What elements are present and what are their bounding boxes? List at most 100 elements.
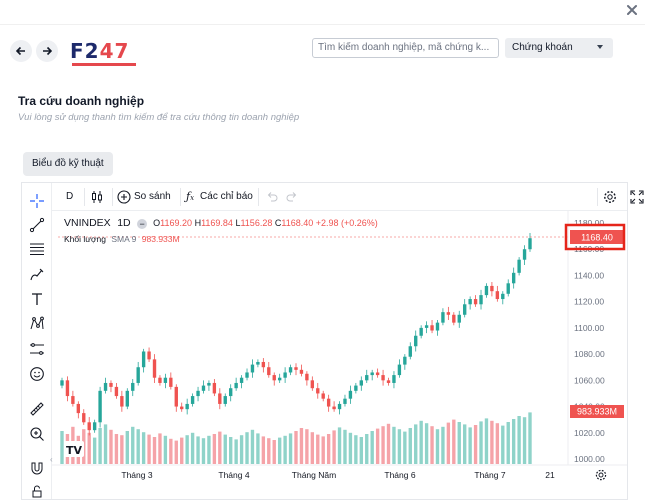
last-price-badge: 1168.40: [570, 230, 624, 244]
candle-body: [147, 351, 151, 360]
candle-body: [332, 406, 336, 410]
price-tick-label: 1180.00: [574, 218, 604, 228]
volume-bar: [326, 434, 331, 464]
candle-body: [131, 382, 135, 391]
volume-bar: [457, 422, 461, 464]
ohlc-legend: VNINDEX 1D − O1169.20 H1169.84 L1156.28 C…: [64, 217, 378, 229]
candle-body: [408, 346, 412, 357]
volume-bar: [424, 423, 429, 464]
volume-bar: [408, 428, 412, 464]
candle-body: [234, 382, 238, 389]
candle-body: [397, 364, 402, 376]
volume-bar: [125, 431, 129, 464]
candle-body: [452, 314, 456, 323]
volume-bar: [60, 431, 64, 464]
volume-bar: [272, 440, 276, 464]
volume-bar: [141, 432, 146, 464]
logo-underline: [72, 63, 136, 66]
candle-body: [158, 377, 162, 383]
candle-body: [141, 351, 146, 368]
last-volume-badge: 983.933M: [570, 405, 624, 418]
volume-bar: [359, 437, 363, 464]
candle-body: [169, 377, 173, 387]
candle-body: [403, 356, 407, 365]
volume-bar: [501, 425, 505, 464]
price-chart[interactable]: 1180.001160.001140.001120.001100.001080.…: [22, 183, 627, 499]
candle-body: [196, 390, 200, 397]
price-tick-label: 1000.00: [574, 454, 605, 464]
collapse-legend-icon[interactable]: −: [137, 218, 148, 229]
time-tick-label: Tháng Năm: [292, 470, 336, 480]
candle-body: [517, 259, 521, 273]
candle-body: [114, 386, 119, 397]
back-button[interactable]: [10, 40, 32, 62]
volume-bar: [375, 428, 380, 464]
market-select[interactable]: Chứng khoán: [505, 38, 613, 58]
time-tick-label: Tháng 4: [218, 470, 249, 480]
close-icon[interactable]: [625, 3, 639, 17]
last-volume-text: 983.933M: [577, 407, 617, 417]
volume-bar: [294, 431, 298, 464]
low-value: 1156.28: [240, 218, 273, 228]
candle-body: [473, 299, 478, 305]
volume-bar: [365, 434, 369, 464]
volume-bar: [386, 423, 391, 464]
volume-bar: [109, 429, 113, 464]
volume-bar: [316, 434, 320, 464]
candle-body: [163, 377, 168, 383]
candle-body: [125, 390, 129, 407]
price-axis: 1180.001160.001140.001120.001100.001080.…: [574, 218, 605, 464]
volume-bar: [370, 431, 374, 464]
tab-technical-chart[interactable]: Biểu đồ kỹ thuật: [23, 152, 113, 176]
volume-bar: [261, 436, 266, 464]
candle-body: [441, 312, 445, 323]
candles: [60, 232, 532, 436]
candle-body: [92, 422, 97, 431]
volume-bar: [152, 437, 157, 464]
chart-widget: ‹ D So sánh ƒx Các chỉ báo 1180.00 1160.…: [21, 182, 644, 500]
volume-bar: [354, 435, 358, 464]
volume-bar: [201, 438, 206, 464]
candle-body: [392, 375, 396, 383]
candle-body: [375, 372, 380, 376]
volume-bar: [305, 429, 309, 464]
volume-value: 983.933M: [141, 234, 180, 244]
candle-body: [370, 372, 374, 376]
volume-bar: [392, 426, 396, 464]
search-input[interactable]: Tìm kiếm doanh nghiệp, mã chứng k...: [312, 38, 499, 58]
volume-bar: [114, 434, 119, 464]
candle-body: [256, 361, 260, 365]
candle-body: [103, 382, 108, 391]
candle-body: [348, 390, 353, 399]
time-tick-label: 21: [545, 470, 555, 480]
candle-body: [288, 367, 293, 373]
high-value: 1169.84: [201, 218, 233, 228]
candle-body: [109, 382, 113, 387]
sma-label: SMA 9: [111, 234, 137, 244]
candle-body: [82, 413, 86, 423]
volume-bar: [511, 419, 516, 464]
time-axis-settings-icon[interactable]: [595, 469, 607, 481]
svg-text:TV: TV: [66, 444, 83, 457]
price-tick-label: 1020.00: [574, 428, 605, 438]
volume-bar: [495, 423, 500, 464]
volume-bar: [332, 430, 336, 464]
candle-body: [223, 396, 227, 404]
price-tick-label: 1120.00: [574, 297, 604, 307]
logo[interactable]: F247: [70, 39, 129, 63]
candle-body: [414, 335, 418, 347]
candle-body: [305, 373, 309, 381]
candle-body: [267, 367, 271, 376]
candle-body: [229, 388, 233, 397]
candle-body: [484, 285, 489, 296]
volume-bar: [473, 425, 478, 464]
volume-bar: [277, 437, 282, 464]
volume-bar: [218, 431, 222, 464]
candle-body: [463, 304, 467, 315]
price-tick-label: 1080.00: [574, 349, 605, 359]
volume-bar: [136, 429, 140, 464]
forward-button[interactable]: [36, 40, 58, 62]
price-tick-label: 1100.00: [574, 323, 604, 333]
fullscreen-button[interactable]: [630, 189, 644, 205]
candle-body: [65, 380, 70, 397]
